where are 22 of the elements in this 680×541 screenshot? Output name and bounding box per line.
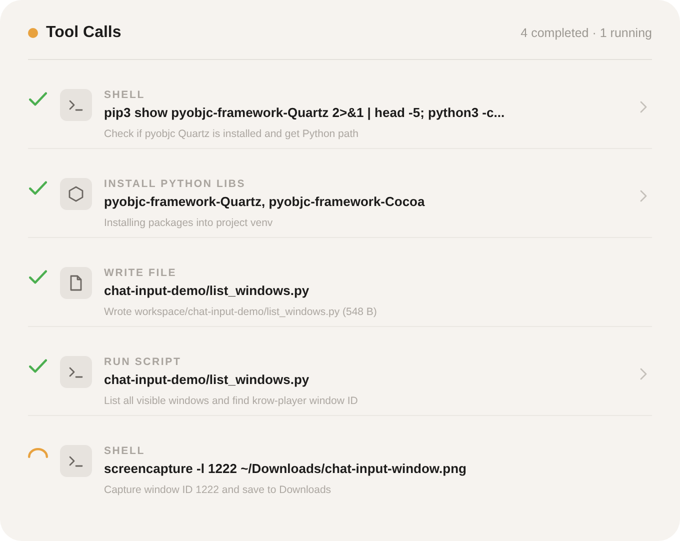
command-text: chat-input-demo/list_windows.py <box>104 282 310 300</box>
chevron-right-icon[interactable] <box>638 367 648 381</box>
command-text: screencapture -l 1222 ~/Downloads/chat-input-window.png <box>104 460 468 478</box>
tool-label: INSTALL PYTHON LIBS <box>104 178 247 191</box>
description-text: Installing packages into project venv <box>104 216 274 231</box>
tool-label: RUN SCRIPT <box>104 356 182 369</box>
chevron-right-icon[interactable] <box>638 100 648 114</box>
description-text: Capture window ID 1222 and save to Downloads <box>104 483 332 498</box>
description-text: List all visible windows and find krow-player window ID <box>104 394 359 409</box>
status-dot <box>28 28 38 38</box>
tool-label: SHELL <box>104 89 146 102</box>
summary-text: 4 completed · 1 running <box>520 26 652 40</box>
tool-label: SHELL <box>104 445 146 458</box>
description-text: Check if pyobjc Quartz is installed and get Python path <box>104 127 360 142</box>
hexagon-icon <box>67 185 85 203</box>
command-text: chat-input-demo/list_windows.py <box>104 371 310 389</box>
description-text: Wrote workspace/chat-input-demo/list_windows.py (548 B) <box>104 305 378 320</box>
panel-title: Tool Calls <box>46 24 122 42</box>
command-text: pyobjc-framework-Quartz, pyobjc-framework-Cocoa <box>104 193 426 211</box>
command-text: pip3 show pyobjc-framework-Quartz 2>&1 | head -5; python3 -c... <box>104 104 506 122</box>
tool-label: WRITE FILE <box>104 267 178 280</box>
chevron-right-icon[interactable] <box>638 189 648 203</box>
